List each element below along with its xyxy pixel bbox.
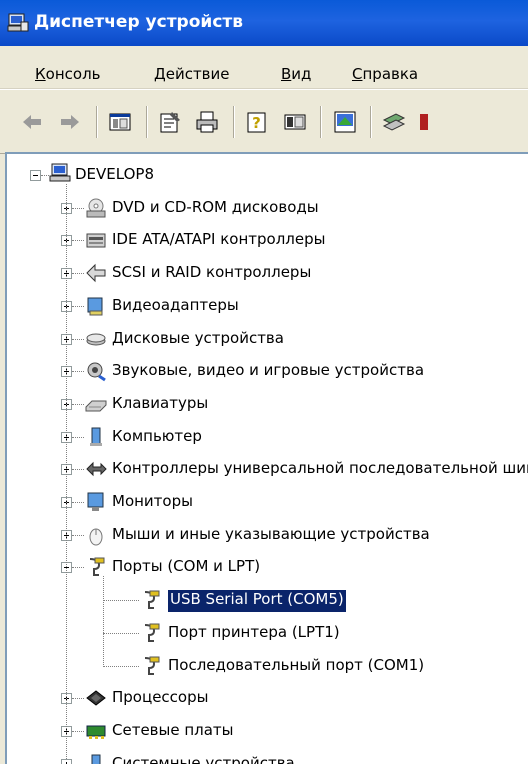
tree-connector-line: [72, 404, 84, 405]
tree-connector-line: [72, 469, 84, 470]
root-collapse-toggle[interactable]: [30, 170, 41, 181]
uninstall-icon[interactable]: [418, 110, 430, 134]
dvd-drive-icon: [85, 197, 107, 219]
toolbar-separator: [320, 106, 322, 138]
tree-item-disk-drives[interactable]: Дисковые устройства: [112, 329, 284, 351]
tree-item-mice[interactable]: Мыши и иные указывающие устройства: [112, 525, 430, 547]
tree-connector-line: [72, 567, 84, 568]
tree-item-system-devices[interactable]: Системные устройства: [112, 754, 295, 764]
toolbar: ?: [0, 89, 528, 154]
computer-icon: [85, 426, 107, 448]
tree-connector-line: [72, 339, 84, 340]
tree-connector-line: [72, 698, 84, 699]
tree-connector-line: [72, 371, 84, 372]
tree-item-computer[interactable]: Компьютер: [112, 427, 202, 449]
scan-hardware-icon[interactable]: [333, 110, 357, 134]
tree-item-sound-video-game[interactable]: Звуковые, видео и игровые устройства: [112, 361, 424, 383]
tree-connector-line: [72, 731, 84, 732]
computer-root-icon: [49, 162, 71, 184]
tree-connector-line: [103, 576, 104, 665]
tree-root-develop8[interactable]: DEVELOP8: [75, 165, 154, 187]
tree-item-dvd[interactable]: DVD и CD-ROM дисководы: [112, 198, 319, 220]
menu-console[interactable]: Консоль: [35, 65, 101, 83]
print-icon[interactable]: [195, 110, 219, 134]
forward-arrow-icon[interactable]: [58, 110, 82, 134]
scsi-controller-icon: [85, 262, 107, 284]
tree-item-port-0[interactable]: USB Serial Port (COM5): [168, 590, 346, 612]
tree-item-keyboards[interactable]: Клавиатуры: [112, 394, 208, 416]
tree-connector-line: [103, 633, 139, 634]
window-title: Диспетчер устройств: [34, 12, 243, 32]
svg-text:?: ?: [252, 114, 261, 132]
tree-connector-line: [72, 240, 84, 241]
tree-item-usb-controllers[interactable]: Контроллеры универсальной последовательн…: [112, 459, 528, 481]
tree-item-port-2[interactable]: Последовательный порт (COM1): [168, 656, 424, 678]
toolbar-separator: [96, 106, 98, 138]
tree-item-monitors[interactable]: Мониторы: [112, 492, 193, 514]
help-icon[interactable]: ?: [245, 110, 269, 134]
tree-item-scsi-raid[interactable]: SCSI и RAID контроллеры: [112, 263, 311, 285]
update-driver-icon[interactable]: [382, 110, 406, 134]
keyboard-icon: [85, 393, 107, 415]
show-hide-tree-icon[interactable]: [108, 110, 132, 134]
tree-connector-line: [41, 175, 49, 176]
monitor-icon: [85, 491, 107, 513]
ide-controller-icon: [85, 229, 107, 251]
menu-bar: Консоль Действие Вид Справка: [0, 46, 528, 89]
back-arrow-icon[interactable]: [20, 110, 44, 134]
tree-connector-line: [66, 184, 67, 759]
device-manager-icon: [6, 11, 30, 35]
processor-icon: [85, 687, 107, 709]
tree-connector-line: [72, 502, 84, 503]
menu-view[interactable]: Вид: [281, 65, 311, 83]
device-tree: DEVELOP8 DVD и CD-ROM дисководы IDE ATA/AT…: [5, 152, 528, 764]
tree-connector-line: [72, 535, 84, 536]
expand-toggle-system-devices[interactable]: [61, 759, 72, 764]
menu-action[interactable]: Действие: [154, 65, 230, 83]
tree-item-ide-ata-atapi[interactable]: IDE ATA/ATAPI контроллеры: [112, 230, 325, 252]
toolbar-separator: [233, 106, 235, 138]
port-icon: [85, 556, 107, 578]
tree-item-video-adapters[interactable]: Видеоадаптеры: [112, 296, 239, 318]
tree-connector-line: [72, 208, 84, 209]
console-tree-icon[interactable]: [283, 110, 307, 134]
mouse-icon: [85, 524, 107, 546]
serial-port-icon: [140, 622, 162, 644]
usb-connector-icon: [85, 458, 107, 480]
tree-item-processors[interactable]: Процессоры: [112, 688, 208, 710]
tree-connector-line: [72, 273, 84, 274]
tree-connector-line: [72, 437, 84, 438]
video-adapter-icon: [85, 295, 107, 317]
menu-help[interactable]: Справка: [352, 65, 418, 83]
properties-icon[interactable]: [158, 110, 182, 134]
tree-item-network-adapters[interactable]: Сетевые платы: [112, 721, 234, 743]
serial-port-icon: [140, 655, 162, 677]
network-card-icon: [85, 720, 107, 742]
tree-connector-line: [72, 306, 84, 307]
toolbar-separator: [146, 106, 148, 138]
title-bar: Диспетчер устройств: [0, 0, 528, 46]
tree-connector-line: [103, 600, 139, 601]
sound-device-icon: [85, 360, 107, 382]
system-device-icon: [85, 753, 107, 764]
disk-drive-icon: [85, 328, 107, 350]
serial-port-icon: [140, 589, 162, 611]
tree-item-port-1[interactable]: Порт принтера (LPT1): [168, 623, 340, 645]
tree-item-ports-com-lpt[interactable]: Порты (COM и LPT): [112, 557, 260, 579]
tree-connector-line: [103, 666, 139, 667]
toolbar-separator: [370, 106, 372, 138]
